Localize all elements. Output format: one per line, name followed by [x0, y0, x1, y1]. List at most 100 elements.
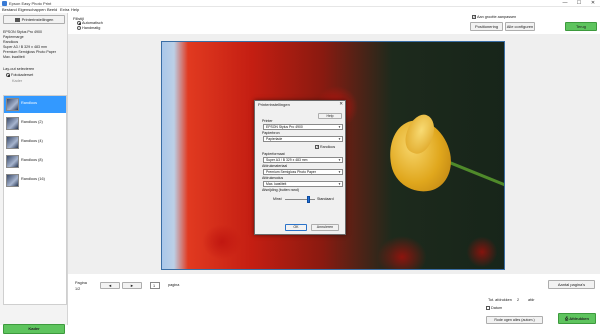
page-suffix: pagina — [168, 283, 180, 287]
printer-name: EPSON Stylus Pro 4900 — [3, 30, 42, 34]
print-mode-label: Afdrukmodus — [262, 176, 284, 180]
paper-margin: Papiermarge — [3, 35, 24, 39]
app-icon — [2, 1, 7, 6]
fit-size-label: Aan grootte aanpassen — [477, 15, 517, 19]
print-button[interactable]: ⎙ Afdrukken — [558, 313, 596, 324]
print-mode-select[interactable]: Max. kwaliteit ▼ — [263, 181, 343, 187]
page-number-input[interactable]: 1 — [150, 282, 160, 289]
paper-size-select[interactable]: Super A3 / B 329 x 483 mm ▼ — [263, 157, 343, 163]
layout-type-label: Fotokaderset — [11, 73, 34, 77]
photo-thumbnail-icon — [6, 155, 19, 168]
help-button[interactable]: Help — [318, 113, 342, 119]
photo-thumbnail-icon — [6, 117, 19, 130]
checkbox-icon — [315, 144, 319, 149]
photo-thumbnail-icon — [6, 136, 19, 149]
page-label: Pagina — [75, 281, 87, 285]
fill-manual-label: Handmatig — [82, 26, 101, 30]
media-type-value: Premium Semigloss Photo Paper — [266, 170, 316, 174]
menu-bar: Bestand Eigenschappen Beeld Extra Help — [0, 7, 600, 13]
expansion-slider-thumb[interactable] — [307, 196, 310, 203]
layout-item-randloos-16[interactable]: Randloos (16) — [4, 172, 66, 189]
paper-source-value: Papierlade — [266, 137, 283, 141]
layout-label: Randloos (16) — [21, 177, 45, 181]
print-quality-info: Max. kwaliteit — [3, 55, 25, 59]
layout-label: Randloos (4) — [21, 139, 43, 143]
chevron-down-icon: ▼ — [338, 182, 341, 186]
media-type-info: Premium Semigloss Photo Paper — [3, 50, 56, 54]
frame-button[interactable]: Kader — [3, 324, 65, 334]
paper-source-label: Papierbron — [262, 131, 280, 135]
layout-item-randloos-2[interactable]: Randloos (2) — [4, 115, 66, 132]
red-eye-button[interactable]: Rode ogen alles (autom.) — [486, 316, 543, 324]
close-icon[interactable]: ✕ — [339, 101, 343, 107]
chevron-down-icon: ▼ — [338, 158, 341, 162]
fit-size-checkbox[interactable]: Aan grootte aanpassen — [472, 14, 517, 19]
chevron-down-icon: ▼ — [338, 125, 341, 129]
checkbox-icon — [486, 306, 490, 310]
layout-label: Randloos (8) — [21, 158, 43, 162]
printer-settings-button[interactable]: Printerinstellingen — [3, 15, 65, 24]
ok-button[interactable]: OK — [285, 224, 307, 231]
radio-icon — [77, 21, 81, 25]
radio-icon — [6, 73, 10, 77]
photo-thumbnail-icon — [6, 174, 19, 187]
back-button[interactable]: Terug — [565, 22, 597, 31]
fill-auto-label: Automatisch — [82, 21, 103, 25]
radio-icon — [77, 26, 81, 30]
print-label: Afdrukken — [569, 316, 589, 321]
layout-label: Randloos (2) — [21, 120, 43, 124]
dialog-title: Printerinstellingen — [258, 102, 290, 107]
layout-type-radio[interactable]: Fotokaderset — [6, 73, 33, 77]
title-bar: Epson Easy Photo Print — ☐ ✕ — [0, 0, 600, 7]
borderless-info: Randloos — [3, 40, 19, 44]
page-count: 1/2 — [75, 287, 81, 291]
media-type-label: Afdrukmateriaal — [262, 164, 288, 168]
photo-thumbnail-icon — [6, 98, 19, 111]
next-page-button[interactable]: ► — [122, 282, 142, 289]
printer-settings-label: Printerinstellingen — [21, 17, 54, 22]
menu-help[interactable]: Help — [71, 7, 79, 13]
tulip-stem — [446, 160, 504, 190]
layout-section-label: Lay-out selecteren — [3, 67, 35, 71]
expansion-label: Afsnijding (buiten rand) — [262, 188, 299, 192]
expansion-slider-track[interactable] — [285, 199, 315, 200]
printer-settings-dialog: Printerinstellingen ✕ Help Printer EPSON… — [254, 100, 346, 235]
total-copies-value: 2 — [517, 298, 520, 302]
layout-item-randloos-4[interactable]: Randloos (4) — [4, 134, 66, 151]
borderless-checkbox[interactable]: Randloos — [315, 144, 336, 149]
printer-label: Printer — [262, 119, 273, 123]
minimize-button[interactable]: — — [558, 0, 572, 7]
cancel-button[interactable]: Annuleren — [311, 224, 339, 231]
maximize-button[interactable]: ☐ — [572, 0, 586, 7]
paper-source-select[interactable]: Papierlade ▼ — [263, 136, 343, 142]
borderless-label: Randloos — [320, 145, 336, 149]
layout-item-randloos-8[interactable]: Randloos (8) — [4, 153, 66, 170]
media-type-select[interactable]: Premium Semigloss Photo Paper ▼ — [263, 169, 343, 175]
chevron-down-icon: ▼ — [338, 170, 341, 174]
date-label: Datum — [491, 306, 503, 310]
layout-item-randloos[interactable]: Randloos — [4, 96, 66, 113]
adjust-pages-button[interactable]: Aantal pagina's — [548, 280, 595, 289]
total-copies-label: Tot. afdrukken — [488, 298, 512, 302]
layout-list[interactable]: Randloos Randloos (2) Randloos (4) Randl… — [3, 95, 67, 305]
window-title: Epson Easy Photo Print — [9, 1, 52, 6]
paper-size-label: Papierformaat — [262, 152, 285, 156]
prev-page-button[interactable]: ◄ — [100, 282, 120, 289]
fill-auto-radio[interactable]: Automatisch — [77, 21, 103, 25]
layout-type-sub: Kader — [12, 79, 23, 83]
paper-size-value: Super A3 / B 329 x 483 mm — [266, 158, 308, 162]
sidebar: Printerinstellingen EPSON Stylus Pro 490… — [0, 13, 68, 334]
print-mode-value: Max. kwaliteit — [266, 182, 287, 186]
fill-manual-radio[interactable]: Handmatig — [77, 26, 100, 30]
date-checkbox[interactable]: Datum — [486, 306, 502, 310]
expansion-std-label: Standaard — [317, 197, 334, 201]
chevron-down-icon: ▼ — [338, 137, 341, 141]
close-button[interactable]: ✕ — [586, 0, 600, 7]
layout-label: Randloos — [21, 101, 38, 105]
paper-size-info: Super A3 / B 329 x 483 mm — [3, 45, 47, 49]
all-config-button[interactable]: Alle configuren — [505, 22, 535, 31]
printer-select[interactable]: EPSON Stylus Pro 4900 ▼ — [263, 124, 343, 130]
checkbox-icon — [472, 14, 476, 19]
position-button[interactable]: Positionering — [470, 22, 503, 31]
printer-icon — [14, 17, 20, 22]
